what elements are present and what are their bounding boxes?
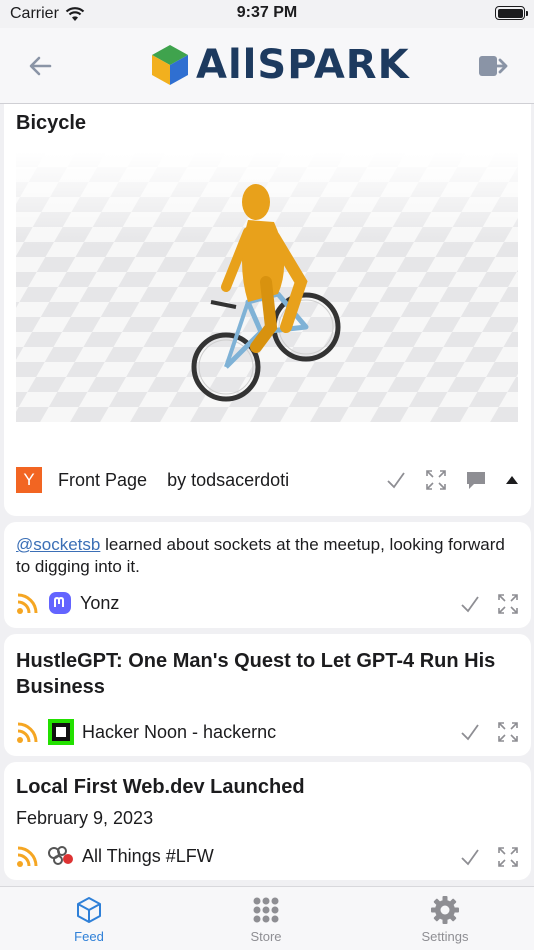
post-meta: Y Front Page by todsacerdoti [16,467,289,493]
source-name[interactable]: Front Page [58,470,147,491]
rss-icon [17,846,38,867]
tab-store[interactable]: Store [206,895,326,944]
logout-icon[interactable] [476,50,510,82]
cube-logo-icon [152,45,188,85]
expand-icon[interactable] [497,846,519,868]
expand-icon[interactable] [497,721,519,743]
collapse-triangle-icon[interactable] [505,475,519,485]
app-logo: AllSPARK [150,42,410,88]
status-bar: Carrier 9:37 PM [0,0,534,28]
hacker-noon-icon [48,719,74,745]
post-title: HustleGPT: One Man's Quest to Let GPT-4 … [16,650,496,698]
tab-settings[interactable]: Settings [385,895,505,944]
checkmark-icon[interactable] [459,846,481,868]
cube-icon [77,897,101,923]
tab-feed[interactable]: Feed [29,895,149,944]
post-actions [459,721,519,743]
post-actions [459,593,519,615]
post-meta: All Things #LFW [16,844,214,868]
battery-icon [495,6,528,20]
post-meta: Hacker Noon - hackernc [16,719,276,745]
mention-link[interactable]: @socketsb [16,535,100,554]
post-date: February 9, 2023 [16,808,154,828]
source-name[interactable]: Hacker Noon - hackernc [82,722,276,743]
bicycle-illustration [16,152,518,422]
post-actions [385,469,519,491]
back-arrow-icon[interactable] [24,50,56,82]
mastodon-icon [49,592,71,614]
source-name[interactable]: Yonz [80,593,119,614]
tab-feed-label: Feed [74,929,104,944]
checkmark-icon[interactable] [385,469,407,491]
checkmark-icon[interactable] [459,593,481,615]
comment-icon[interactable] [465,469,487,491]
post-title: Bicycle [16,112,87,134]
expand-icon[interactable] [425,469,447,491]
rss-icon [17,722,38,743]
source-name[interactable]: All Things #LFW [82,846,214,867]
post-actions [459,846,519,868]
tab-settings-label: Settings [421,929,469,944]
hacker-news-icon: Y [16,467,42,493]
lfw-logo-icon [48,846,73,865]
tab-store-label: Store [250,929,282,944]
clock: 9:37 PM [236,4,298,21]
post-title: Local First Web.dev Launched [16,776,305,798]
grid-dots-icon [253,897,279,923]
feed-card[interactable]: Bicycle Y Front Page by todsacerdoti [4,104,531,516]
expand-icon[interactable] [497,593,519,615]
post-body: @socketsb learned about sockets at the m… [16,534,506,578]
rss-icon [17,593,38,614]
app-header: AllSPARK [0,28,534,104]
feed-card[interactable]: HustleGPT: One Man's Quest to Let GPT-4 … [4,634,531,756]
post-image [16,152,518,422]
checkmark-icon[interactable] [459,721,481,743]
feed-card[interactable]: @socketsb learned about sockets at the m… [4,522,531,628]
feed-card[interactable]: Local First Web.dev Launched February 9,… [4,762,531,880]
post-meta: Yonz [16,591,119,615]
brand-name: AllSPARK [196,42,410,88]
gear-icon [431,896,459,924]
author-name: by todsacerdoti [167,469,290,490]
feed-list: Bicycle Y Front Page by todsacerdoti @so… [0,104,534,886]
tab-bar: Feed Store Settings [0,886,534,950]
